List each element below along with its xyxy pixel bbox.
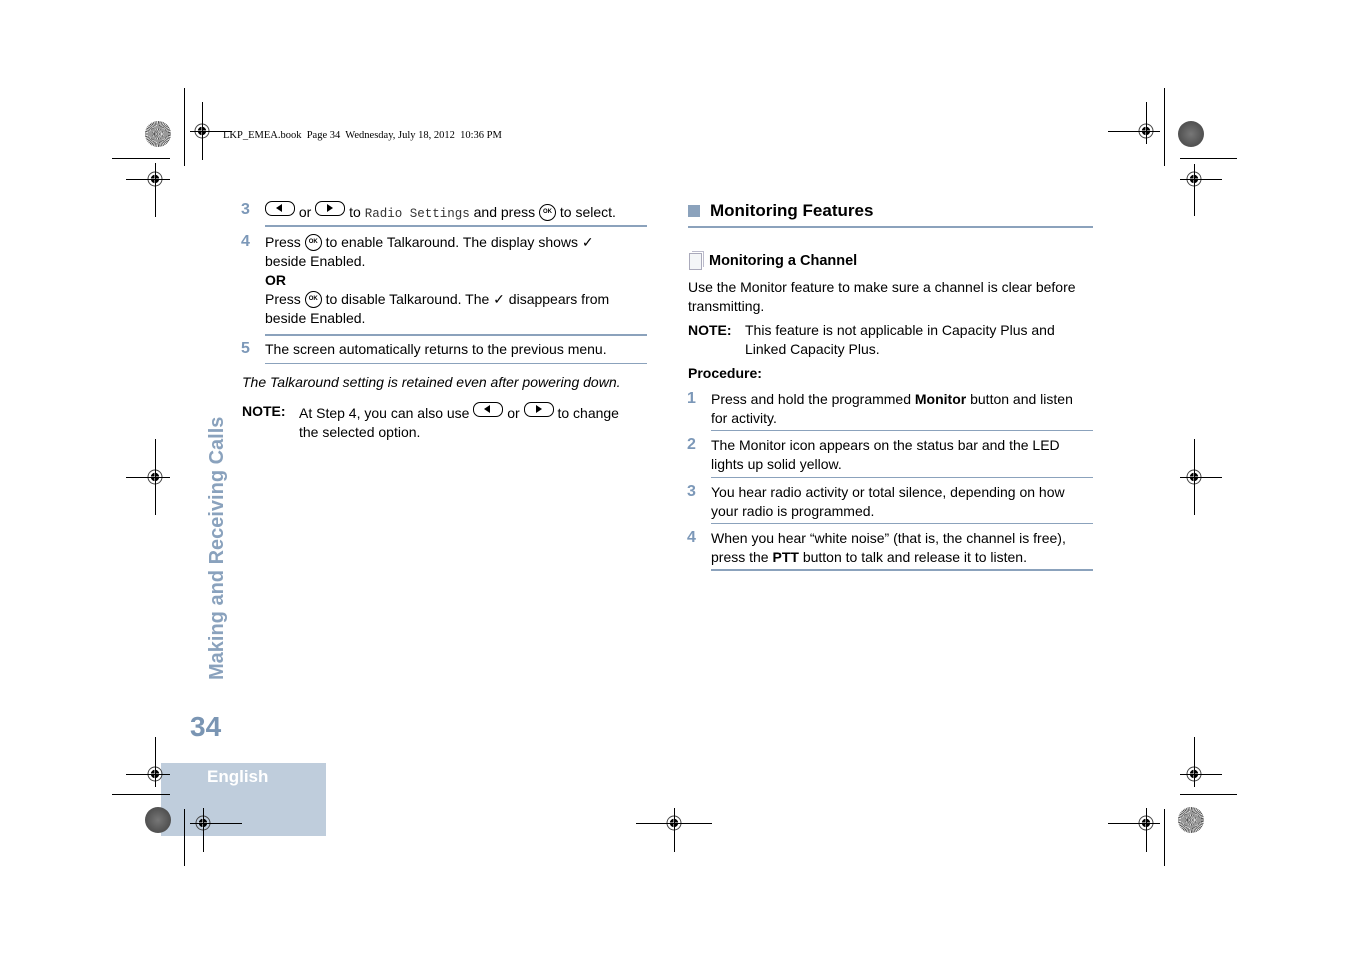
italic-note: The Talkaround setting is retained even … <box>242 374 621 390</box>
step-number: 5 <box>241 340 250 357</box>
note-label: NOTE: <box>242 403 286 419</box>
crop-line <box>1180 158 1237 159</box>
crop-line <box>1180 179 1222 180</box>
crop-line <box>184 88 185 166</box>
menu-item-name: Radio Settings <box>364 207 470 221</box>
crop-line <box>184 809 185 866</box>
starburst-mark <box>1178 121 1204 147</box>
procedure-step: Press and hold the programmed Monitor bu… <box>711 391 1073 426</box>
crop-line <box>1108 823 1160 824</box>
step-divider <box>711 569 1093 571</box>
crop-line <box>190 823 242 824</box>
language-label: English <box>207 767 269 786</box>
crop-line <box>126 179 170 180</box>
crop-line <box>1164 88 1165 166</box>
starburst-mark <box>145 807 171 833</box>
crop-line <box>1194 737 1195 787</box>
procedure-step: The Monitor icon appears on the status b… <box>711 437 1060 472</box>
note-label: NOTE: <box>688 322 732 338</box>
section-marker-icon <box>688 205 700 217</box>
crop-line <box>1164 809 1165 866</box>
note-text: At Step 4, you can also use or to change… <box>299 402 619 442</box>
step-number: 1 <box>687 390 696 407</box>
step-divider <box>711 477 1093 478</box>
or-label: OR <box>265 272 286 288</box>
crop-line <box>1194 164 1195 216</box>
crop-line <box>126 477 170 478</box>
procedure-step: When you hear “white noise” (that is, th… <box>711 530 1066 565</box>
step-number: 3 <box>687 483 696 500</box>
ok-button-icon: OK <box>539 204 556 221</box>
step-5-text: The screen automatically returns to the … <box>265 341 607 357</box>
crop-line <box>112 794 170 795</box>
step-divider <box>265 225 647 227</box>
crop-line <box>1146 808 1147 852</box>
ok-button-icon: OK <box>304 291 322 308</box>
crop-line <box>674 808 675 852</box>
chapter-title: Making and Receiving Calls <box>206 416 228 680</box>
crop-line <box>1180 477 1222 478</box>
right-arrow-button-icon <box>315 201 346 216</box>
procedure-step: You hear radio activity or total silence… <box>711 484 1065 519</box>
step-number: 2 <box>687 436 696 453</box>
step-number: 3 <box>241 201 250 218</box>
crop-line <box>636 823 712 824</box>
section-underline <box>688 226 1093 228</box>
step-number: 4 <box>687 529 696 546</box>
crop-line <box>1146 102 1147 144</box>
crop-line <box>1180 794 1237 795</box>
crop-line <box>155 163 156 217</box>
language-tab: English <box>161 763 326 836</box>
section-title: Monitoring Features <box>710 201 874 220</box>
step-divider <box>711 430 1093 431</box>
step-divider <box>265 363 647 364</box>
document-pages-icon <box>689 251 704 270</box>
step-number: 4 <box>241 233 250 250</box>
procedure-label: Procedure: <box>688 365 762 381</box>
page-number: 34 <box>190 711 222 742</box>
left-arrow-button-icon <box>473 402 504 417</box>
subsection-title: Monitoring a Channel <box>709 253 858 269</box>
print-header: LKP_EMEA.book Page 34 Wednesday, July 18… <box>223 130 502 141</box>
step-4-text: Press OK to enable Talkaround. The displ… <box>265 234 610 326</box>
step-divider <box>265 334 647 336</box>
right-arrow-button-icon <box>523 402 554 417</box>
step-3-text: or to Radio Settings and press OK to sel… <box>265 201 616 224</box>
left-arrow-button-icon <box>265 201 295 216</box>
starburst-mark <box>145 121 171 147</box>
crop-line <box>1108 131 1160 132</box>
crop-line <box>112 158 170 159</box>
ok-button-icon: OK <box>304 234 322 251</box>
crop-line <box>203 808 204 852</box>
intro-text: Use the Monitor feature to make sure a c… <box>688 279 1076 314</box>
crop-line <box>155 737 156 787</box>
starburst-mark <box>1178 807 1204 833</box>
crop-line <box>1180 774 1222 775</box>
crop-line <box>126 774 170 775</box>
note-text: This feature is not applicable in Capaci… <box>745 322 1055 357</box>
step-divider <box>711 523 1093 524</box>
